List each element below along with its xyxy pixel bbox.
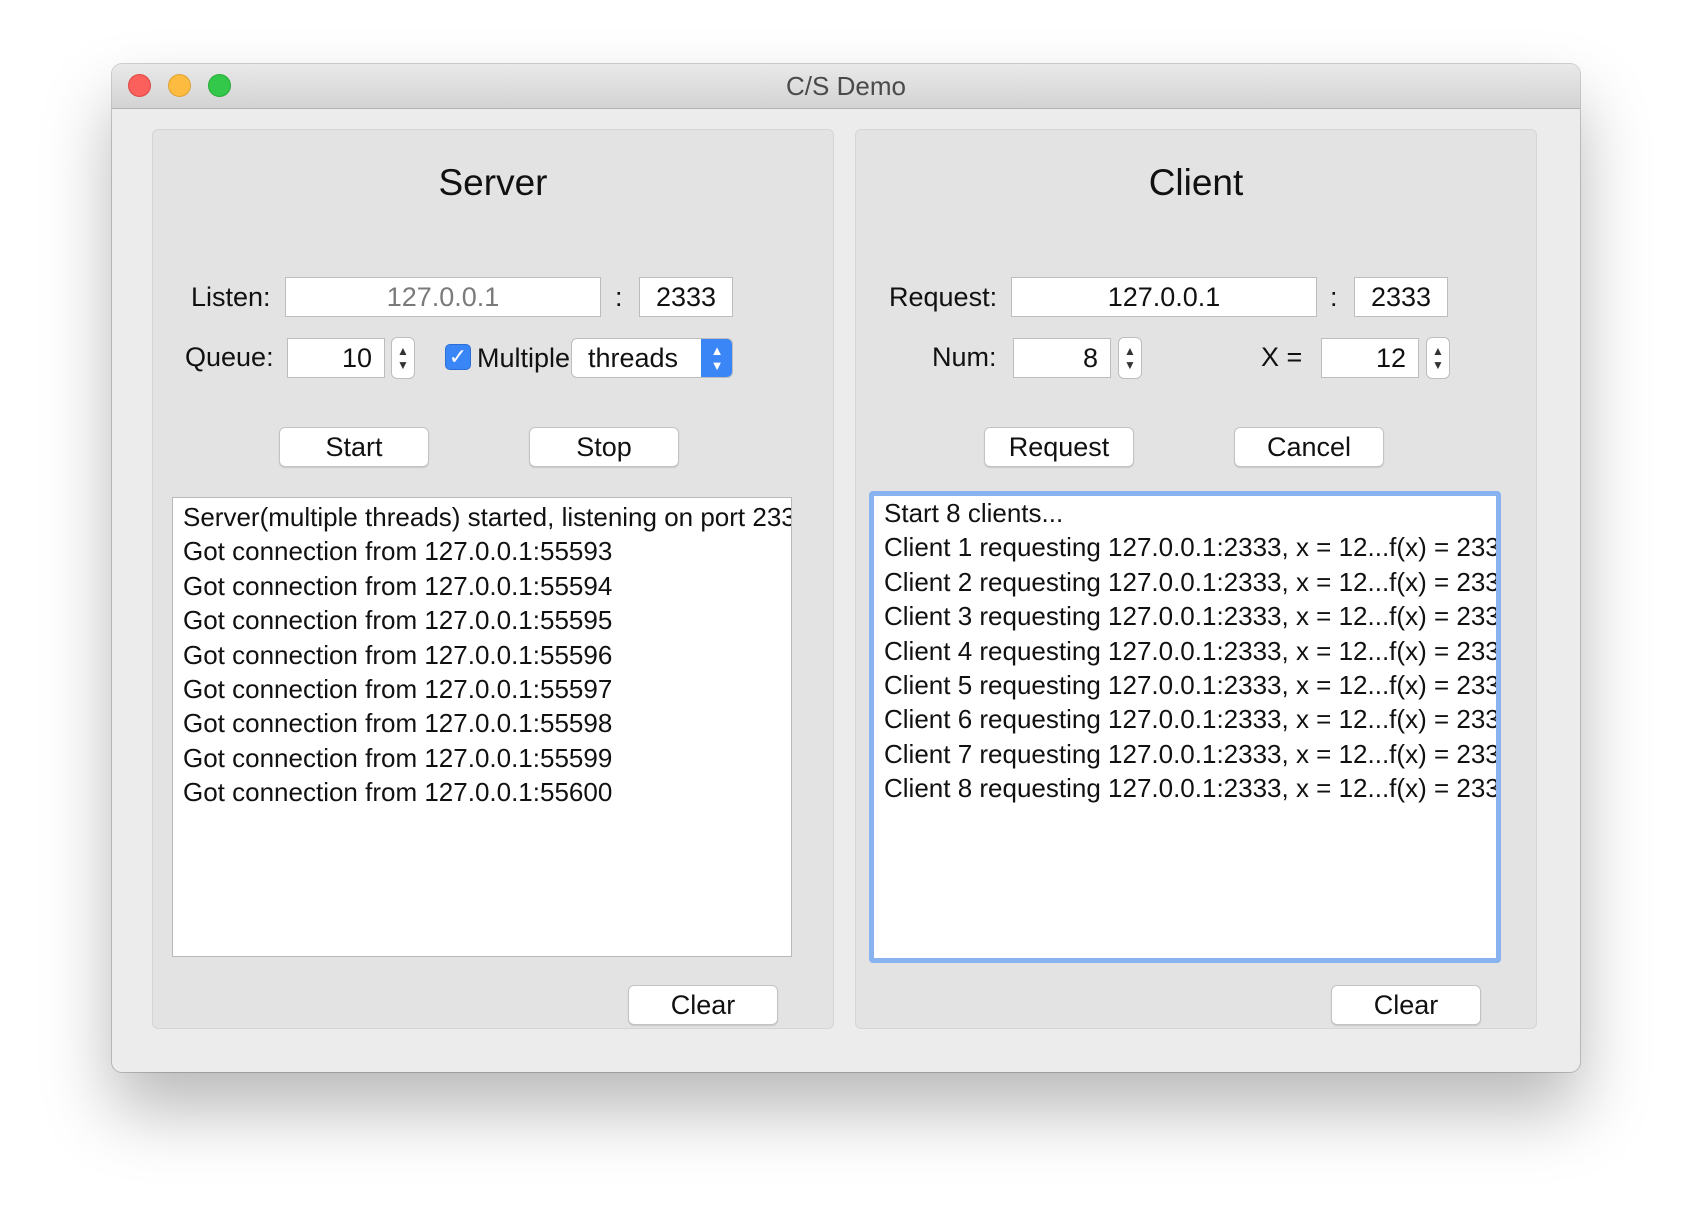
log-line: Start 8 clients... [884, 498, 1064, 528]
stepper-up-icon[interactable]: ▲ [1124, 344, 1136, 358]
log-line: Got connection from 127.0.0.1:55596 [183, 639, 613, 670]
multiple-checkbox[interactable]: ✓ [445, 344, 471, 370]
title-bar[interactable]: C/S Demo [112, 64, 1580, 109]
log-line: Client 8 requesting 127.0.0.1:2333, x = … [884, 773, 1500, 804]
listen-host-input[interactable]: 127.0.0.1 [285, 277, 601, 317]
log-line: Got connection from 127.0.0.1:55595 [183, 605, 613, 636]
request-colon: : [1330, 282, 1338, 312]
stop-button[interactable]: Stop [529, 427, 679, 467]
log-line: Client 1 requesting 127.0.0.1:2333, x = … [884, 532, 1500, 563]
stepper-up-icon[interactable]: ▲ [397, 344, 409, 358]
log-line: Got connection from 127.0.0.1:55598 [183, 708, 613, 739]
x-label: X = [1261, 342, 1303, 372]
mode-select[interactable]: threads ▲ ▼ [571, 338, 733, 378]
server-panel: Server Listen: 127.0.0.1 : 2333 Queue: 1… [152, 129, 834, 1029]
server-log[interactable]: Server(multiple threads) started, listen… [172, 497, 792, 957]
x-input[interactable]: 12 [1321, 338, 1419, 378]
log-line: Got connection from 127.0.0.1:55593 [183, 536, 613, 567]
client-log[interactable]: Start 8 clients... Client 1 requesting 1… [869, 491, 1501, 963]
queue-stepper[interactable]: ▲ ▼ [391, 337, 415, 379]
listen-colon: : [615, 282, 623, 312]
log-line: Got connection from 127.0.0.1:55594 [183, 570, 613, 601]
server-title: Server [438, 162, 548, 203]
log-line: Client 2 requesting 127.0.0.1:2333, x = … [884, 566, 1500, 597]
multiple-label: Multiple [477, 343, 571, 373]
request-port-input[interactable]: 2333 [1354, 277, 1448, 317]
stepper-down-icon[interactable]: ▼ [1432, 358, 1444, 372]
request-host-input[interactable]: 127.0.0.1 [1011, 277, 1317, 317]
log-line: Client 7 requesting 127.0.0.1:2333, x = … [884, 738, 1500, 769]
mode-selected-value: threads [588, 343, 679, 373]
log-line: Server(multiple threads) started, listen… [183, 502, 792, 532]
start-button[interactable]: Start [279, 427, 429, 467]
log-line: Got connection from 127.0.0.1:55597 [183, 674, 613, 705]
stepper-down-icon[interactable]: ▼ [1124, 358, 1136, 372]
num-label: Num: [932, 342, 997, 372]
x-stepper[interactable]: ▲ ▼ [1426, 337, 1450, 379]
request-label: Request: [889, 282, 998, 312]
listen-label: Listen: [191, 282, 271, 312]
num-stepper[interactable]: ▲ ▼ [1118, 337, 1142, 379]
queue-input[interactable]: 10 [287, 338, 385, 378]
updown-chevron-icon: ▲ ▼ [701, 339, 732, 377]
log-line: Got connection from 127.0.0.1:55599 [183, 742, 613, 773]
log-line: Got connection from 127.0.0.1:55600 [183, 777, 613, 808]
cancel-button[interactable]: Cancel [1234, 427, 1384, 467]
num-input[interactable]: 8 [1013, 338, 1111, 378]
client-title: Client [1148, 162, 1244, 203]
queue-label: Queue: [185, 342, 274, 372]
log-line: Client 4 requesting 127.0.0.1:2333, x = … [884, 635, 1500, 666]
server-clear-button[interactable]: Clear [628, 985, 778, 1025]
listen-port-input[interactable]: 2333 [639, 277, 733, 317]
log-line: Client 3 requesting 127.0.0.1:2333, x = … [884, 601, 1500, 632]
client-panel: Client Request: 127.0.0.1 : 2333 Num: 8 … [855, 129, 1537, 1029]
checkmark-icon: ✓ [448, 344, 468, 369]
stepper-down-icon[interactable]: ▼ [397, 358, 409, 372]
log-line: Client 5 requesting 127.0.0.1:2333, x = … [884, 670, 1500, 701]
app-window: C/S Demo Server Listen: 127.0.0.1 : 2333… [112, 64, 1580, 1072]
stepper-up-icon[interactable]: ▲ [1432, 344, 1444, 358]
request-button[interactable]: Request [984, 427, 1134, 467]
log-line: Client 6 requesting 127.0.0.1:2333, x = … [884, 704, 1500, 735]
window-title: C/S Demo [786, 71, 906, 101]
client-clear-button[interactable]: Clear [1331, 985, 1481, 1025]
